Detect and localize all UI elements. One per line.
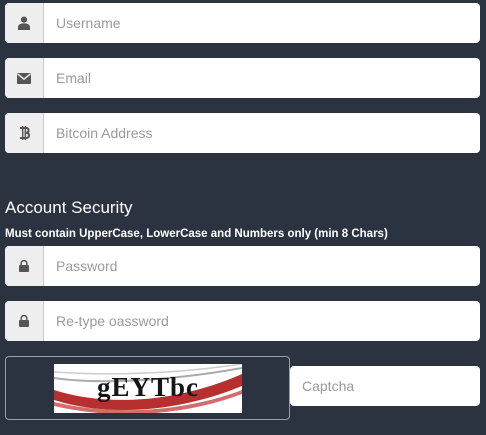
captcha-field[interactable] [290, 366, 480, 406]
captcha-text: gEYTbc [96, 372, 200, 402]
retype-password-input[interactable] [44, 301, 480, 341]
user-icon [5, 3, 44, 43]
password-field[interactable] [5, 246, 480, 286]
lock-icon [5, 301, 44, 341]
retype-password-field[interactable] [5, 301, 480, 341]
bitcoin-field[interactable] [5, 113, 480, 153]
email-input[interactable] [44, 58, 480, 98]
section-title: Account Security [5, 198, 133, 217]
username-input[interactable] [44, 3, 480, 43]
bitcoin-address-input[interactable] [44, 113, 480, 153]
password-requirements-note: Must contain UpperCase, LowerCase and Nu… [5, 228, 388, 240]
captcha-image: gEYTbc [54, 364, 242, 413]
envelope-icon [5, 58, 44, 98]
username-field[interactable] [5, 3, 480, 43]
captcha-input[interactable] [290, 366, 480, 406]
captcha-container: gEYTbc [5, 356, 290, 420]
email-field[interactable] [5, 58, 480, 98]
bitcoin-icon [5, 113, 44, 153]
password-input[interactable] [44, 246, 480, 286]
lock-icon [5, 246, 44, 286]
